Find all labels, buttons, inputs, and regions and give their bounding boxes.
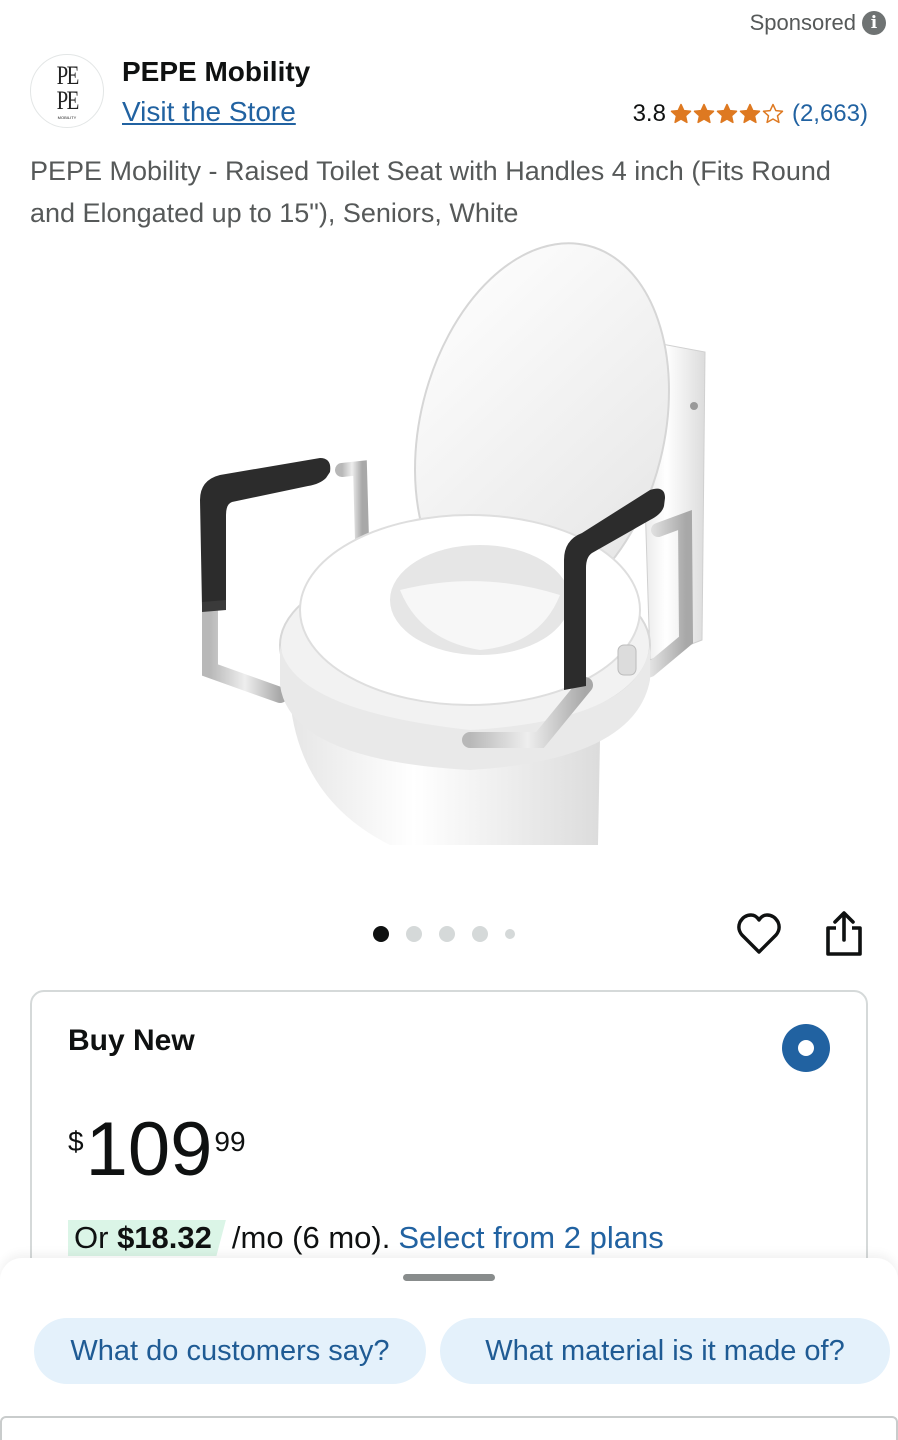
- buy-new-radio[interactable]: [782, 1024, 830, 1072]
- visit-store-link[interactable]: Visit the Store: [122, 96, 296, 128]
- star-filled-icon: [716, 103, 738, 124]
- monthly-prefix: Or: [74, 1220, 118, 1255]
- star-filled-icon: [670, 103, 692, 124]
- price-symbol: $: [68, 1126, 84, 1157]
- monthly-badge: Or $18.32: [68, 1220, 226, 1256]
- heart-icon[interactable]: [736, 912, 782, 956]
- sponsored-text: Sponsored: [749, 10, 856, 35]
- carousel-dot[interactable]: [373, 926, 389, 942]
- brand-logo-subtext: MOBILITY: [57, 114, 77, 120]
- suggestion-chip-customers-say[interactable]: What do customers say?: [34, 1318, 426, 1384]
- rating-score: 3.8: [632, 100, 666, 127]
- star-rating: [670, 103, 784, 125]
- brand-logo-line: PE: [56, 60, 79, 90]
- carousel-dot[interactable]: [406, 926, 422, 942]
- bottom-sheet[interactable]: What do customers say? What material is …: [0, 1258, 898, 1440]
- brand-name: PEPE Mobility: [122, 56, 311, 87]
- star-empty-icon: [762, 103, 784, 124]
- price-fraction: 99: [214, 1126, 246, 1157]
- image-carousel-indicator[interactable]: [373, 926, 515, 942]
- brand-logo-line: PE: [56, 85, 79, 115]
- share-icon[interactable]: [822, 910, 866, 958]
- price-whole: 109: [85, 1107, 213, 1192]
- monthly-term: /mo (6 mo).: [231, 1220, 391, 1255]
- suggestion-chip-material[interactable]: What material is it made of?: [440, 1318, 890, 1384]
- carousel-dot[interactable]: [439, 926, 455, 942]
- buy-box[interactable]: Buy New $ 109 99 Or $18.32 /mo (6 mo). S…: [30, 990, 868, 1290]
- carousel-dot[interactable]: [505, 929, 515, 939]
- select-plans-link[interactable]: Select from 2 plans: [398, 1220, 663, 1256]
- product-image[interactable]: [180, 240, 720, 850]
- sponsored-label[interactable]: Sponsored i: [750, 10, 886, 36]
- monthly-amount: $18.32: [117, 1220, 212, 1255]
- ask-input-bar[interactable]: [0, 1416, 898, 1440]
- product-title: PEPE Mobility - Raised Toilet Seat with …: [30, 156, 831, 228]
- price: $ 109 99: [68, 1112, 246, 1188]
- rating-count-link[interactable]: (2,663): [792, 100, 868, 128]
- star-filled-icon: [739, 103, 761, 124]
- info-icon[interactable]: i: [862, 11, 886, 35]
- radio-selected-dot: [798, 1040, 814, 1056]
- carousel-dot[interactable]: [472, 926, 488, 942]
- monthly-payment: Or $18.32 /mo (6 mo). Select from 2 plan…: [68, 1220, 664, 1256]
- rating-summary[interactable]: 3.8 (2,663): [633, 100, 868, 128]
- buy-new-heading: Buy New: [68, 1024, 195, 1057]
- sheet-drag-handle[interactable]: [403, 1274, 495, 1281]
- brand-logo[interactable]: PE PE MOBILITY: [30, 54, 104, 128]
- star-filled-icon: [693, 103, 715, 124]
- brand-header: PE PE MOBILITY PEPE Mobility Visit the S…: [30, 52, 868, 132]
